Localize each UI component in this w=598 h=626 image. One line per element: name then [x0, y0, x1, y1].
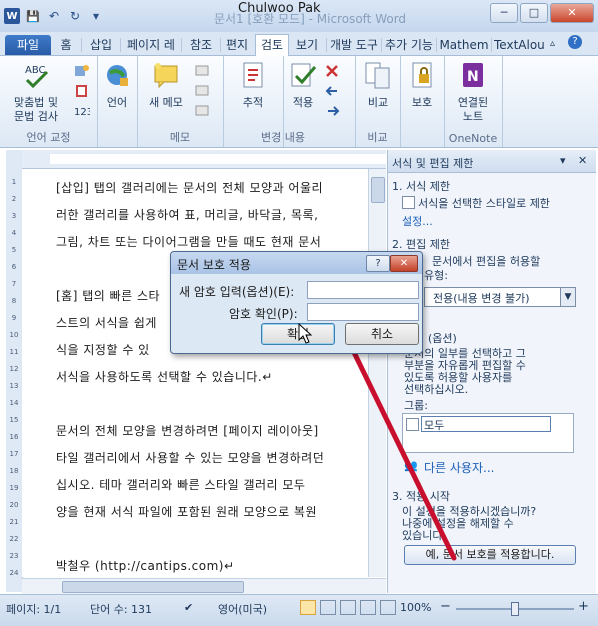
language-status[interactable]: 영어(미국) — [218, 601, 267, 617]
new-password-label: 새 암호 입력(옵션)(E): — [179, 285, 295, 299]
proofing-status-icon[interactable]: ✔ — [184, 601, 193, 614]
status-bar: 페이지: 1/1 단어 수: 131 ✔ 영어(미국) 100% − + — [0, 594, 598, 626]
confirm-password-label: 암호 확인(P): — [229, 307, 298, 321]
zoom-out-button[interactable]: − — [440, 599, 451, 614]
dialog-title: 문서 보호 적용 — [177, 258, 251, 272]
dialog-title-bar: 문서 보호 적용 ? ✕ — [171, 252, 422, 274]
outline-view-icon[interactable] — [360, 600, 376, 615]
zoom-level[interactable]: 100% — [400, 601, 431, 614]
draft-view-icon[interactable] — [380, 600, 396, 615]
confirm-password-input[interactable] — [307, 303, 419, 321]
protect-document-dialog: 문서 보호 적용 ? ✕ 새 암호 입력(옵션)(E): 암호 확인(P): 확… — [170, 251, 423, 354]
print-layout-view-icon[interactable] — [300, 600, 316, 615]
new-password-input[interactable] — [307, 281, 419, 299]
web-layout-icon[interactable] — [340, 600, 356, 615]
cancel-button[interactable]: 취소 — [345, 323, 419, 345]
word-count[interactable]: 단어 수: 131 — [90, 601, 152, 617]
zoom-slider-thumb[interactable] — [511, 602, 519, 616]
dialog-close-button[interactable]: ✕ — [390, 255, 418, 272]
page-count[interactable]: 페이지: 1/1 — [6, 601, 61, 617]
mouse-cursor-icon — [298, 323, 313, 344]
zoom-in-button[interactable]: + — [578, 599, 589, 614]
full-screen-reading-icon[interactable] — [320, 600, 336, 615]
dialog-help-button[interactable]: ? — [366, 255, 390, 272]
